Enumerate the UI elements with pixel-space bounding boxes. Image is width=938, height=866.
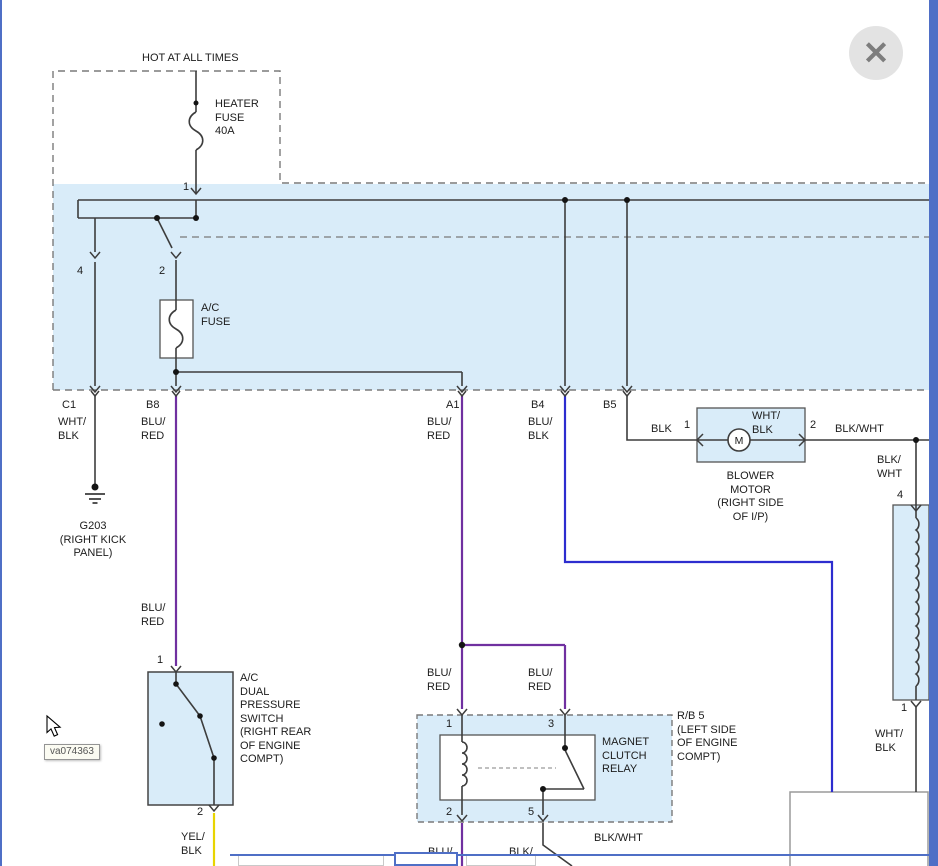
ground-label: G203 (RIGHT KICK PANEL) bbox=[43, 520, 143, 561]
wire-label-blu-red-relay1: BLU/ RED bbox=[427, 667, 451, 694]
connector-c1: C1 bbox=[62, 399, 76, 413]
relay-pin-2: 2 bbox=[446, 806, 452, 820]
wire-label-blu-red-relay3: BLU/ RED bbox=[528, 667, 552, 694]
connector-b4: B4 bbox=[531, 399, 544, 413]
close-button[interactable]: ✕ bbox=[849, 26, 903, 80]
relay-pin-3: 3 bbox=[548, 718, 554, 732]
motor-m-label: M bbox=[735, 435, 744, 447]
dps-label: A/C DUAL PRESSURE SWITCH (RIGHT REAR OF … bbox=[240, 672, 311, 767]
dps-pin-2: 2 bbox=[197, 806, 203, 820]
wire-label-blk-wht-relay: BLK/WHT bbox=[594, 832, 643, 846]
fuse-pin-1: 1 bbox=[183, 181, 189, 195]
connector-b8: B8 bbox=[146, 399, 159, 413]
relay-pin-5: 5 bbox=[528, 806, 534, 820]
relay-inner-box bbox=[440, 735, 595, 800]
fuse-pin-2: 2 bbox=[159, 265, 165, 279]
wire-label-blu-red-b8: BLU/ RED bbox=[141, 416, 165, 443]
close-icon: ✕ bbox=[863, 37, 890, 69]
blower-pin-1: 1 bbox=[684, 419, 690, 433]
wire-label-wht-blk-resistor: WHT/ BLK bbox=[875, 728, 903, 755]
wire-label-blu-red-mid: BLU/ RED bbox=[141, 602, 165, 629]
hot-at-all-times-label: HOT AT ALL TIMES bbox=[142, 52, 239, 66]
page-fragment-2[interactable] bbox=[394, 852, 458, 866]
diagram-viewer: M HOT AT ALL TIMES HEATER FUSE 40A 1 4 2… bbox=[0, 0, 938, 866]
blower-pin-2: 2 bbox=[810, 419, 816, 433]
blower-resistor-box bbox=[893, 505, 929, 700]
blower-motor-label: BLOWER MOTOR (RIGHT SIDE OF I/P) bbox=[693, 470, 808, 524]
wire-label-blu-red-a1: BLU/ RED bbox=[427, 416, 451, 443]
wire-label-wht-blk: WHT/ BLK bbox=[58, 416, 86, 443]
page-fragment-3[interactable] bbox=[466, 856, 536, 866]
relay-label: MAGNET CLUTCH RELAY bbox=[602, 736, 649, 777]
wire-label-blu-blk-b4: BLU/ BLK bbox=[528, 416, 552, 443]
wire-label-blk-wht-motor: BLK/WHT bbox=[835, 423, 884, 437]
ground-symbol bbox=[85, 484, 105, 504]
wire-label-blk: BLK bbox=[651, 423, 672, 437]
wire-label-blk-wht-vert: BLK/ WHT bbox=[877, 454, 902, 481]
connector-a1: A1 bbox=[446, 399, 459, 413]
heater-fuse-label: HEATER FUSE 40A bbox=[215, 98, 259, 139]
cursor-tooltip: va074363 bbox=[44, 744, 100, 760]
dps-pin-1: 1 bbox=[157, 654, 163, 668]
relay-block-label: R/B 5 (LEFT SIDE OF ENGINE COMPT) bbox=[677, 710, 738, 764]
wire-label-wht-blk-motor: WHT/ BLK bbox=[752, 410, 780, 437]
wire-label-yel-blk: YEL/ BLK bbox=[181, 831, 205, 858]
resistor-pin-4: 4 bbox=[897, 489, 903, 503]
blower-motor-box bbox=[697, 408, 805, 462]
page-edge-left-strip bbox=[0, 0, 2, 866]
page-fragment-1[interactable] bbox=[238, 856, 384, 866]
resistor-pin-1: 1 bbox=[901, 702, 907, 716]
ac-fuse-label: A/C FUSE bbox=[201, 302, 230, 329]
connector-b5: B5 bbox=[603, 399, 616, 413]
page-edge-right-strip bbox=[929, 0, 938, 866]
fuse-pin-4: 4 bbox=[77, 265, 83, 279]
dps-box bbox=[148, 672, 233, 805]
relay-pin-1: 1 bbox=[446, 718, 452, 732]
cursor-icon bbox=[47, 716, 60, 736]
